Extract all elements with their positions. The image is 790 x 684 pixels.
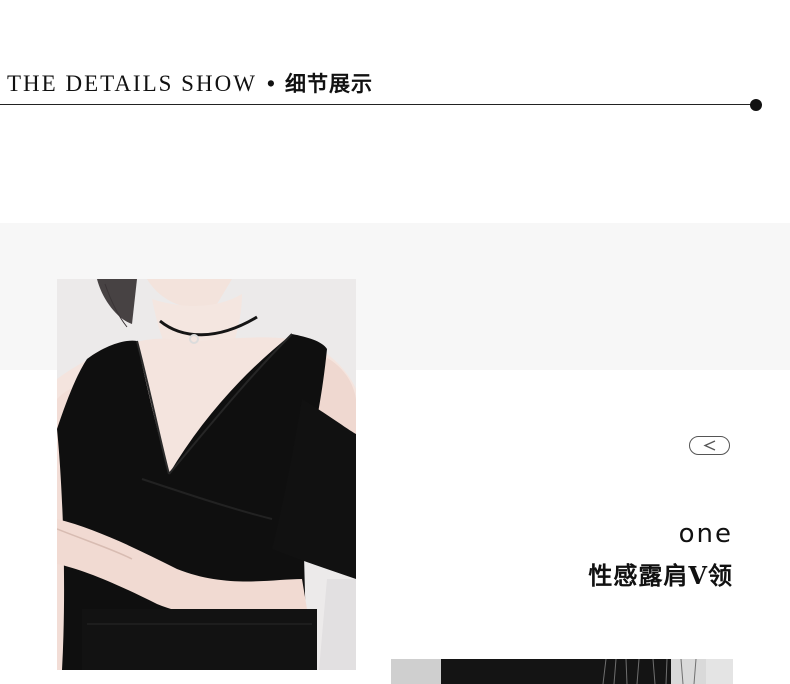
chevron-left-icon xyxy=(703,440,716,451)
heading-divider-dot xyxy=(750,99,762,111)
heading-bullet: • xyxy=(266,71,277,96)
section-heading: THE DETAILS SHOW • 细节展示 xyxy=(7,68,373,98)
prev-button[interactable] xyxy=(689,436,730,455)
secondary-product-photo xyxy=(391,659,733,684)
section-heading-cn: 细节展示 xyxy=(284,71,373,96)
heading-divider xyxy=(0,104,756,105)
details-page: THE DETAILS SHOW • 细节展示 one 性感露肩V领 xyxy=(0,0,790,684)
feature-index: one xyxy=(678,519,733,549)
feature-title: 性感露肩V领 xyxy=(588,561,733,590)
main-product-photo xyxy=(57,279,356,670)
section-heading-en: THE DETAILS SHOW xyxy=(7,71,257,96)
